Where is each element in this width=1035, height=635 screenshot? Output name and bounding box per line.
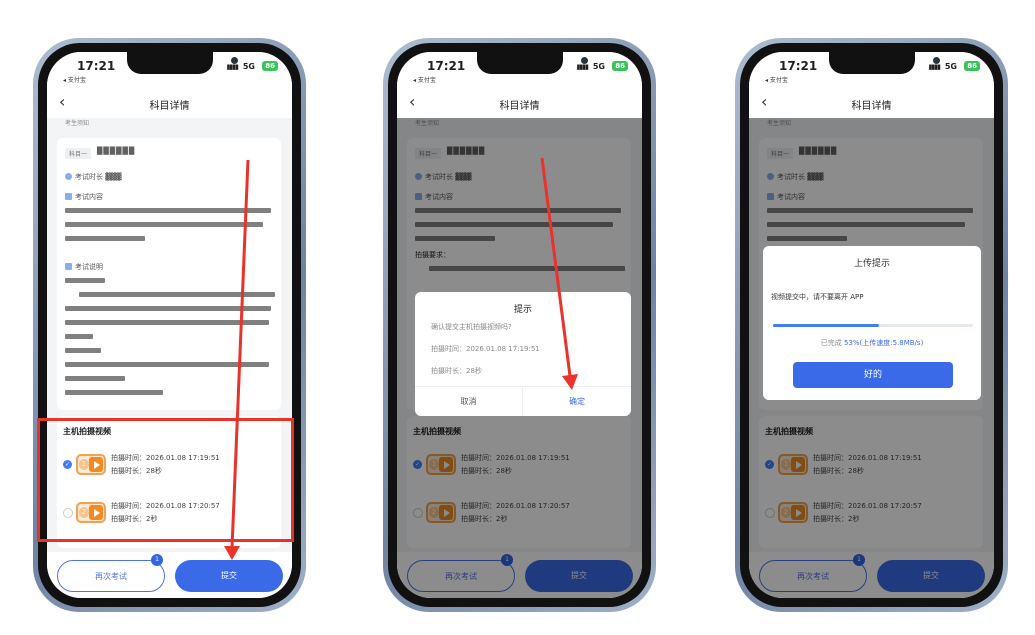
doc-icon [65,263,72,270]
network-label: 5G [592,62,605,71]
status-time: 17:21 [427,59,466,73]
battery-icon: 86 [262,61,278,71]
cancel-button[interactable]: 取消 [415,386,523,416]
clock-icon [65,173,72,180]
camera [581,57,588,64]
dialog-time: 拍摄时间：2026.01.08 17:19:51 [431,345,540,353]
doc-icon [65,193,72,200]
dialog-title: 上传提示 [853,259,890,269]
status-time: 17:21 [77,59,116,73]
blurred-text [65,362,269,367]
subject-chip: 科目一 [65,148,92,159]
retake-count-badge: 1 [151,554,163,566]
blurred-text [65,376,125,381]
camera [231,57,238,64]
content-label: 考试内容 [65,192,103,202]
blurred-text [65,208,271,213]
notch [477,52,588,74]
duration-row: 考试时长 ▓▓▓ [65,172,121,182]
blurred-text [65,222,263,227]
nav-bar: ‹ 科目详情 [47,88,292,118]
confirm-button[interactable]: 确定 [523,386,631,416]
blurred-text [65,334,93,339]
retake-exam-button[interactable]: 再次考试 [57,560,165,592]
blurred-text [65,390,163,395]
page-title: 科目详情 [499,101,540,112]
notch [829,52,940,74]
upload-progress-text: 已完成 53%(上传速度:5.8MB/s) [820,339,924,347]
dialog-title: 提示 [513,305,532,315]
network-label: 5G [944,62,957,71]
subject-card: 科目一 ██████ 考试时长 ▓▓▓ 考试内容 考试说明 [57,138,281,410]
phone-3: 17:21 ◂ 支付宝 ▮▮▮▮ 5G 86 ‹ 科目详情 考生须知 科目一 █… [735,38,1008,612]
submit-button[interactable]: 提交 [175,560,283,592]
blurred-text [65,320,269,325]
back-to-app-link[interactable]: ◂ 支付宝 [765,75,788,84]
progress-fill [773,324,879,327]
upload-message: 视频提交中，请不要离开 APP [771,293,864,301]
battery-icon: 86 [964,61,980,71]
upload-progress-bar [773,324,973,327]
battery-icon: 86 [612,61,628,71]
blurred-text [65,236,145,241]
subject-name: ██████ [97,147,136,155]
nav-bar: ‹ 科目详情 [397,88,642,118]
notch [127,52,238,74]
blurred-text [65,348,101,353]
dialog-duration: 拍摄时长：28秒 [431,367,482,375]
highlight-box [37,418,294,542]
signal-icon: ▮▮▮▮ [576,63,589,71]
screen-2: 17:21 ◂ 支付宝 ▮▮▮▮ 5G 86 ‹ 科目详情 考生须知 科目一 █… [397,52,642,598]
upload-dialog: 上传提示 视频提交中，请不要离开 APP 已完成 53%(上传速度:5.8MB/… [763,246,981,400]
blurred-text [79,292,275,297]
page-title: 科目详情 [851,101,892,112]
dialog-question: 确认提交主机拍摄视频吗? [431,323,512,331]
blurred-text [65,306,271,311]
camera [933,57,940,64]
confirm-dialog: 提示 确认提交主机拍摄视频吗? 拍摄时间：2026.01.08 17:19:51… [415,292,631,416]
back-to-app-link[interactable]: ◂ 支付宝 [63,75,86,84]
ok-button[interactable]: 好的 [793,362,953,388]
network-label: 5G [242,62,255,71]
section-crumb: 考生须知 [65,120,90,127]
notes-label: 考试说明 [65,262,103,272]
signal-icon: ▮▮▮▮ [928,63,941,71]
status-time: 17:21 [779,59,818,73]
screen-3: 17:21 ◂ 支付宝 ▮▮▮▮ 5G 86 ‹ 科目详情 考生须知 科目一 █… [749,52,994,598]
signal-icon: ▮▮▮▮ [226,63,239,71]
back-to-app-link[interactable]: ◂ 支付宝 [413,75,436,84]
nav-bar: ‹ 科目详情 [749,88,994,118]
blurred-text [65,278,105,283]
page-title: 科目详情 [149,101,190,112]
phone-2: 17:21 ◂ 支付宝 ▮▮▮▮ 5G 86 ‹ 科目详情 考生须知 科目一 █… [383,38,656,612]
bottom-bar: 再次考试 1 提交 [47,552,292,598]
